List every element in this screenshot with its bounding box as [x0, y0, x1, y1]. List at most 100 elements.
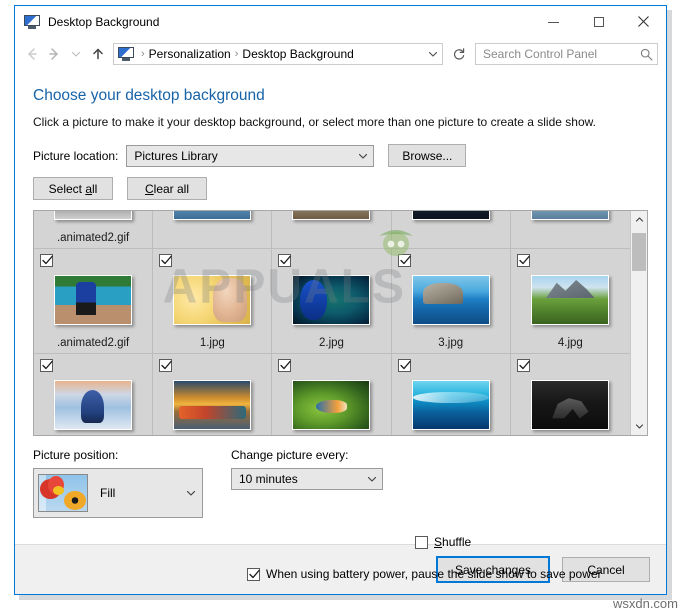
thumbnail-image[interactable]: [411, 211, 490, 220]
thumbnail-checkbox[interactable]: [159, 254, 173, 267]
maximize-button[interactable]: [576, 6, 621, 37]
thumbnail-caption: 3.jpg: [438, 337, 464, 349]
slideshow-group: Change picture every: 10 minutes: [231, 448, 648, 518]
thumbnail-caption: .animated2.gif: [56, 232, 130, 244]
thumbnail-cell[interactable]: [391, 211, 511, 249]
thumbnail-image[interactable]: [411, 275, 490, 325]
thumbnail-image[interactable]: [531, 380, 610, 430]
thumbnail-scroll-viewport[interactable]: .animated2.gif .animated2.gif 1.jpg 2.jpg 3.…: [34, 211, 630, 435]
recent-locations-chevron-down-icon[interactable]: [65, 43, 87, 65]
thumbnail-cell[interactable]: .animated2.gif: [34, 249, 154, 354]
thumbnail-grid: .animated2.gif .animated2.gif 1.jpg 2.jpg 3.…: [34, 211, 630, 435]
site-watermark: wsxdn.com: [612, 596, 678, 611]
thumbnail-cell[interactable]: 4.jpg: [510, 249, 630, 354]
forward-icon[interactable]: [43, 43, 65, 65]
search-input[interactable]: Search Control Panel: [476, 47, 635, 61]
shuffle-option[interactable]: Shuffle: [415, 535, 471, 549]
thumbnail-checkbox[interactable]: [40, 254, 53, 267]
selection-buttons-row: Select all Clear all: [33, 177, 648, 200]
clear-all-accel: C: [144, 181, 154, 196]
battery-pause-option[interactable]: When using battery power, pause the slid…: [247, 567, 602, 581]
picture-position-group: Picture position: Fill: [33, 448, 223, 518]
thumbnail-image[interactable]: [531, 275, 610, 325]
thumbnail-cell[interactable]: [153, 211, 273, 249]
change-every-select[interactable]: 10 minutes: [231, 468, 383, 490]
thumbnail-image[interactable]: [54, 380, 133, 430]
picture-location-label: Picture location:: [33, 148, 119, 163]
picture-position-preview: [38, 474, 88, 512]
monitor-icon: [24, 14, 40, 30]
thumbnail-checkbox[interactable]: [159, 359, 173, 372]
picture-location-row: Picture location: Pictures Library Brows…: [33, 144, 648, 167]
thumbnail-cell[interactable]: 2.jpg: [272, 249, 392, 354]
thumbnail-image[interactable]: [54, 211, 133, 220]
select-all-accel: a: [85, 181, 93, 196]
picture-location-select[interactable]: Pictures Library: [126, 144, 375, 167]
shuffle-checkbox[interactable]: [415, 535, 428, 549]
picture-location-value: Pictures Library: [134, 148, 218, 163]
breadcrumb[interactable]: › Personalization › Desktop Background: [113, 43, 443, 65]
thumbnail-image[interactable]: [54, 275, 133, 325]
thumbnail-cell[interactable]: 7.jpg: [272, 354, 392, 435]
thumbnail-checkbox[interactable]: [278, 359, 292, 372]
battery-pause-label: When using battery power, pause the slid…: [266, 567, 602, 581]
thumbnail-caption: 1.jpg: [199, 337, 225, 349]
thumbnail-cell[interactable]: 8.jpg: [391, 354, 511, 435]
breadcrumb-chevron-down-icon[interactable]: [424, 44, 442, 64]
thumbnail-cell[interactable]: [510, 211, 630, 249]
picture-position-label: Picture position:: [33, 448, 119, 462]
search-box[interactable]: Search Control Panel: [475, 43, 658, 65]
thumbnail-image[interactable]: [173, 380, 252, 430]
thumbnail-image[interactable]: [173, 211, 252, 220]
minimize-button[interactable]: [531, 6, 576, 37]
scrollbar-thumb[interactable]: [632, 233, 646, 271]
thumbnail-cell[interactable]: 6.jpg: [153, 354, 273, 435]
breadcrumb-item-desktop-background[interactable]: Desktop Background: [242, 47, 353, 61]
title-bar: Desktop Background: [15, 6, 666, 38]
chevron-down-icon: [180, 488, 202, 498]
thumbnail-checkbox[interactable]: [40, 359, 53, 372]
thumbnail-image[interactable]: [531, 211, 610, 220]
thumbnail-caption: 4.jpg: [557, 337, 583, 349]
thumbnail-cell[interactable]: [272, 211, 392, 249]
thumbnail-cell[interactable]: .animated2.gif: [34, 211, 154, 249]
thumbnail-checkbox[interactable]: [397, 359, 411, 372]
thumbnail-caption: .animated2.gif: [56, 337, 130, 349]
thumbnail-checkbox[interactable]: [397, 254, 411, 267]
breadcrumb-item-personalization[interactable]: Personalization: [149, 47, 231, 61]
refresh-icon[interactable]: [449, 44, 469, 64]
browse-button[interactable]: Browse...: [388, 144, 467, 167]
page-subtitle: Click a picture to make it your desktop …: [33, 115, 596, 129]
thumbnail-grid-container: .animated2.gif .animated2.gif 1.jpg 2.jpg 3.…: [33, 210, 648, 436]
scroll-up-icon[interactable]: [631, 211, 647, 228]
thumbnail-image[interactable]: [411, 380, 490, 430]
grid-scrollbar[interactable]: [630, 211, 647, 435]
breadcrumb-separator: ›: [141, 48, 145, 60]
picture-position-select[interactable]: Fill: [33, 468, 203, 518]
thumbnail-checkbox[interactable]: [278, 254, 292, 267]
thumbnail-cell[interactable]: 3.jpg: [391, 249, 511, 354]
chevron-down-icon: [353, 151, 373, 161]
close-icon[interactable]: [621, 6, 666, 37]
battery-pause-checkbox[interactable]: [247, 567, 260, 581]
shuffle-label: Shuffle: [434, 535, 472, 549]
select-all-button[interactable]: Select all: [33, 177, 113, 200]
thumbnail-checkbox[interactable]: [516, 359, 530, 372]
thumbnail-image[interactable]: [173, 275, 252, 325]
screenshot-root: Desktop Background › Personalization › D…: [0, 0, 682, 613]
back-icon[interactable]: [21, 43, 43, 65]
thumbnail-cell[interactable]: 1.jpg: [153, 249, 273, 354]
picture-position-value: Fill: [100, 486, 116, 500]
thumbnail-cell[interactable]: 5.jpg: [34, 354, 154, 435]
thumbnail-image[interactable]: [292, 380, 371, 430]
clear-all-button[interactable]: Clear all: [127, 177, 207, 200]
caption-buttons: [531, 6, 666, 38]
up-icon[interactable]: [87, 43, 109, 65]
thumbnail-cell[interactable]: 10.jpg: [510, 354, 630, 435]
search-icon: [635, 48, 657, 61]
scroll-down-icon[interactable]: [631, 418, 647, 435]
options-row: Picture position: Fill Change picture ev…: [33, 448, 648, 518]
thumbnail-checkbox[interactable]: [516, 254, 530, 267]
thumbnail-image[interactable]: [292, 211, 371, 220]
thumbnail-image[interactable]: [292, 275, 371, 325]
